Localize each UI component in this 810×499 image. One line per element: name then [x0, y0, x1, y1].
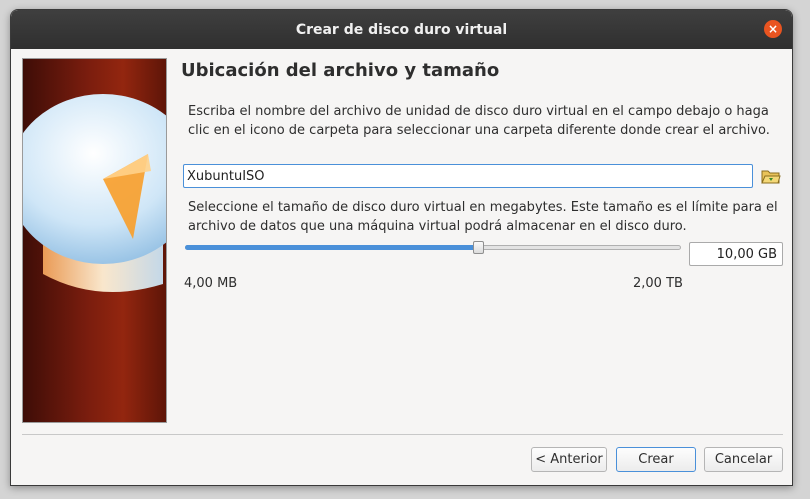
size-min-label: 4,00 MB — [184, 276, 238, 291]
title-bar[interactable]: Crear de disco duro virtual × — [11, 10, 792, 49]
wizard-side-image — [22, 58, 167, 423]
button-separator — [22, 434, 783, 435]
close-icon: × — [767, 22, 779, 36]
hard-disk-illustration — [23, 94, 166, 292]
window-title: Crear de disco duro virtual — [295, 21, 508, 38]
disk-size-input[interactable] — [689, 242, 783, 266]
choose-folder-button[interactable] — [761, 167, 781, 185]
create-button[interactable]: Crear — [616, 447, 696, 472]
page-heading: Ubicación del archivo y tamaño — [181, 60, 500, 81]
file-name-input[interactable] — [183, 164, 753, 188]
slider-fill — [185, 245, 478, 250]
location-description: Escriba el nombre del archivo de unidad … — [188, 104, 770, 138]
disk-size-slider[interactable] — [185, 240, 681, 256]
folder-open-icon — [761, 170, 781, 184]
dialog-window: Crear de disco duro virtual × Ubicación … — [10, 9, 793, 486]
size-max-label: 2,00 TB — [633, 276, 683, 291]
cancel-button[interactable]: Cancelar — [704, 447, 783, 472]
slider-handle[interactable] — [473, 241, 484, 254]
close-button[interactable]: × — [764, 20, 782, 38]
back-button[interactable]: < Anterior — [531, 447, 607, 472]
size-description: Seleccione el tamaño de disco duro virtu… — [188, 200, 778, 234]
